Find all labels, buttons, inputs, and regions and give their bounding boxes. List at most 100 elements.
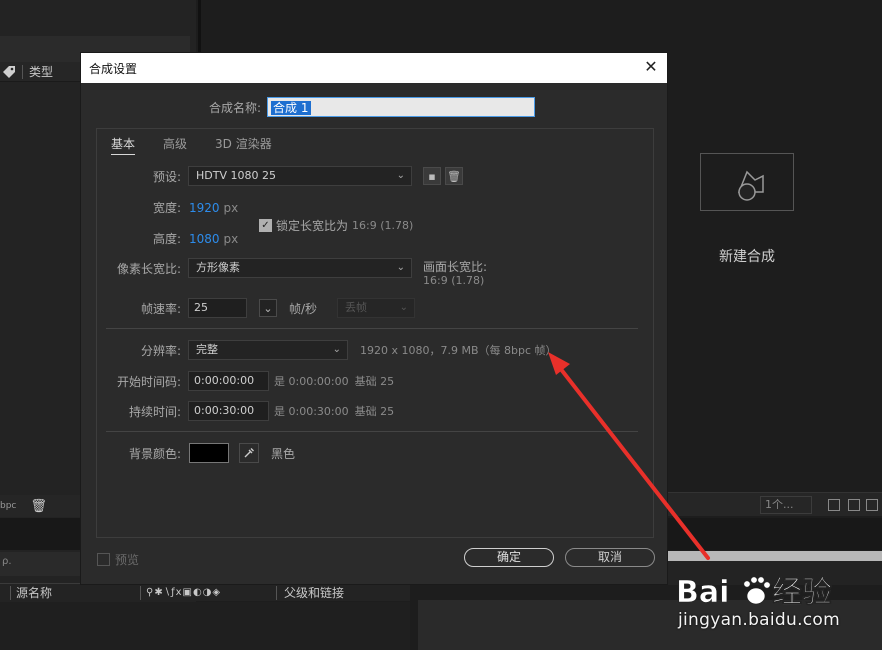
preset-label: 预设: <box>152 169 181 184</box>
duration-is: 是 0:00:30:00 <box>274 405 349 418</box>
duration-row: 持续时间: 0:00:30:00 是 0:00:30:00 基础 25 <box>97 401 394 421</box>
trash-icon[interactable]: 🗑 <box>30 499 47 514</box>
resolution-label: 分辨率: <box>140 343 181 358</box>
search-icon: ρ. <box>2 556 12 567</box>
width-label: 宽度: <box>152 201 181 215</box>
chevron-down-icon: ⌄ <box>332 344 341 355</box>
preset-row: 预设: HDTV 1080 25 ⌄ ▪ 🗑 <box>97 166 463 186</box>
svg-text:经验: 经验 <box>772 575 832 610</box>
preset-value: HDTV 1080 25 <box>196 169 276 182</box>
frame-rate-input[interactable]: 25 <box>188 298 247 318</box>
resolution-info: 1920 x 1080，7.9 MB（每 8bpc 帧） <box>360 344 557 357</box>
height-value[interactable]: 1080 <box>189 232 220 246</box>
frame-aspect-block: 画面长宽比: 16:9 (1.78) <box>423 260 487 288</box>
duration-base: 基础 25 <box>354 405 395 418</box>
drop-frame-value: 丢帧 <box>345 301 368 314</box>
viewer-toolbar: 1个... <box>668 492 882 516</box>
frame-rate-unit: 帧/秒 <box>289 301 318 316</box>
comp-name-input[interactable]: 合成 1 <box>267 97 536 117</box>
start-timecode-input[interactable]: 0:00:00:00 <box>188 371 269 391</box>
height-unit: px <box>223 231 239 246</box>
column-separator <box>22 64 23 79</box>
frame-rate-dropdown-icon[interactable]: ⌄ <box>259 299 277 317</box>
section-divider <box>106 328 638 329</box>
pixel-aspect-dropdown[interactable]: 方形像素 ⌄ <box>188 258 412 278</box>
bg-color-swatch[interactable] <box>189 443 229 463</box>
lock-aspect-label[interactable]: 锁定长宽比为 <box>276 217 348 234</box>
timeline-search[interactable]: ρ. <box>0 552 80 576</box>
composition-settings-dialog: 合成设置 ✕ 合成名称: 合成 1 基本 高级 3D 渲染器 预设: HDTV … <box>80 52 668 585</box>
preview-label: 预览 <box>115 553 140 567</box>
chevron-down-icon: ⌄ <box>396 170 405 181</box>
dialog-title: 合成设置 <box>89 61 138 76</box>
resolution-row: 分辨率: 完整 ⌄ 1920 x 1080，7.9 MB（每 8bpc 帧） <box>97 340 557 360</box>
column-separator <box>276 586 277 600</box>
duration-input[interactable]: 0:00:30:00 <box>188 401 269 421</box>
width-unit: px <box>223 200 239 215</box>
snapshot-icon[interactable] <box>848 499 860 511</box>
preset-dropdown[interactable]: HDTV 1080 25 ⌄ <box>188 166 412 186</box>
bg-color-name: 黑色 <box>271 446 296 461</box>
comp-name-row: 合成名称: 合成 1 <box>209 97 536 117</box>
bg-color-row: 背景颜色: 黑色 <box>97 443 295 463</box>
height-label: 高度: <box>152 232 181 246</box>
preview-checkbox[interactable] <box>97 553 110 566</box>
eyedropper-icon[interactable] <box>239 443 259 463</box>
project-column-header[interactable]: 类型 <box>0 62 80 82</box>
comp-name-value: 合成 1 <box>271 101 311 115</box>
save-preset-icon[interactable]: ▪ <box>423 167 441 185</box>
new-composition-label[interactable]: 新建合成 <box>700 246 794 266</box>
frame-rate-label: 帧速率: <box>140 301 181 316</box>
svg-text:Bai: Bai <box>676 575 729 610</box>
new-composition-button[interactable] <box>700 153 794 211</box>
dialog-titlebar[interactable]: 合成设置 ✕ <box>81 53 667 83</box>
chevron-down-icon: ⌄ <box>399 302 409 313</box>
view-count-dropdown[interactable]: 1个... <box>760 495 812 514</box>
close-icon[interactable]: ✕ <box>643 59 659 75</box>
start-timecode-label: 开始时间码: <box>116 374 181 389</box>
source-name-column[interactable]: 源名称 <box>16 584 52 601</box>
type-column-label[interactable]: 类型 <box>29 63 53 80</box>
lock-aspect-row: ✓ 锁定长宽比为 16:9 (1.78) <box>259 217 413 234</box>
project-footer: bpc 🗑 <box>0 495 80 517</box>
start-timecode-base: 基础 25 <box>354 375 395 388</box>
baidu-watermark-url: jingyan.baidu.com <box>678 610 840 630</box>
cancel-button[interactable]: 取消 <box>565 548 655 567</box>
resolution-value: 完整 <box>196 343 218 356</box>
lock-aspect-checkbox[interactable]: ✓ <box>259 219 272 232</box>
lock-aspect-value: 16:9 (1.78) <box>352 219 414 232</box>
pixel-aspect-label: 像素长宽比: <box>116 261 181 276</box>
tab-3d-renderer[interactable]: 3D 渲染器 <box>215 135 272 155</box>
column-separator <box>10 586 11 600</box>
width-row: 宽度: 1920 px <box>97 199 238 216</box>
column-separator <box>140 586 141 600</box>
duration-label: 持续时间: <box>128 404 181 419</box>
height-row: 高度: 1080 px <box>97 230 238 247</box>
chevron-down-icon: ⌄ <box>396 262 405 273</box>
bpc-indicator[interactable]: bpc <box>0 501 16 511</box>
parent-link-column[interactable]: 父级和链接 <box>284 584 344 601</box>
start-timecode-is: 是 0:00:00:00 <box>274 375 349 388</box>
pixel-aspect-value: 方形像素 <box>196 261 240 274</box>
delete-preset-icon[interactable]: 🗑 <box>445 167 463 185</box>
bg-color-label: 背景颜色: <box>128 446 181 461</box>
frame-aspect-value: 16:9 (1.78) <box>423 274 485 287</box>
composition-icon <box>737 170 764 201</box>
grid-icon[interactable] <box>866 499 878 511</box>
frame-aspect-label: 画面长宽比: <box>423 260 488 274</box>
layout-icon[interactable] <box>828 499 840 511</box>
layer-switches-icons[interactable]: ⚲✱∖ƒx▣◐◑◈ <box>146 587 221 598</box>
width-value[interactable]: 1920 <box>189 201 220 215</box>
preview-checkbox-row[interactable]: 预览 <box>97 551 139 568</box>
drop-frame-dropdown: 丢帧 ⌄ <box>337 298 416 318</box>
tab-advanced[interactable]: 高级 <box>163 135 187 155</box>
section-divider <box>106 431 638 432</box>
resolution-dropdown[interactable]: 完整 ⌄ <box>188 340 348 360</box>
label-tag-icon <box>3 65 15 78</box>
frame-rate-row: 帧速率: 25 ⌄ 帧/秒 丢帧 ⌄ <box>97 298 416 318</box>
tab-basic[interactable]: 基本 <box>111 135 136 155</box>
ok-button[interactable]: 确定 <box>464 548 554 567</box>
comp-name-label: 合成名称: <box>209 100 262 115</box>
settings-tabs: 基本 高级 3D 渲染器 <box>111 135 300 155</box>
start-timecode-row: 开始时间码: 0:00:00:00 是 0:00:00:00 基础 25 <box>97 371 394 391</box>
